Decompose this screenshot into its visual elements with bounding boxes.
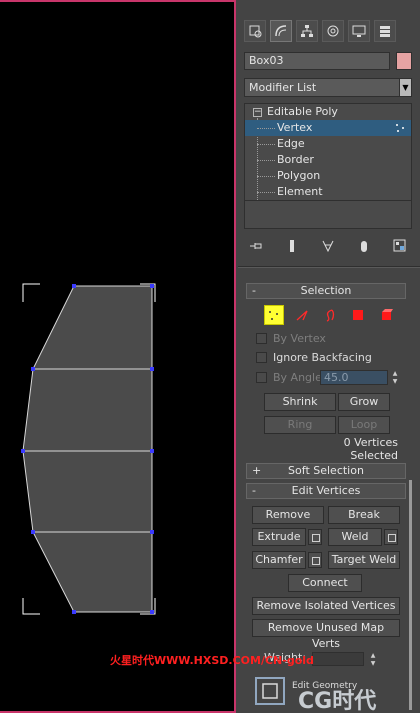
remove-button[interactable]: Remove — [252, 506, 324, 524]
element-mode-icon[interactable] — [376, 305, 396, 325]
vertex-subobject-icon — [396, 124, 404, 132]
polygon-mode-icon[interactable] — [348, 305, 368, 325]
motion-icon[interactable] — [322, 20, 344, 42]
rollout-title: Edit Vertices — [291, 484, 361, 497]
stack-item-element[interactable]: Element — [245, 184, 411, 200]
display-icon[interactable] — [348, 20, 370, 42]
stack-item-vertex[interactable]: Vertex — [245, 120, 411, 136]
tree-branch — [257, 160, 275, 161]
angle-input[interactable]: 45.0 — [320, 370, 388, 385]
stack-item-label: Vertex — [277, 121, 313, 134]
checkbox-label: By Angle: — [273, 370, 326, 384]
utilities-icon[interactable] — [374, 20, 396, 42]
chamfer-button[interactable]: Chamfer — [252, 551, 306, 569]
watermark-logo: Edit Geometry CG时代 — [255, 677, 376, 713]
viewport-canvas[interactable] — [0, 2, 236, 713]
chamfer-settings-icon[interactable] — [308, 552, 322, 568]
tree-branch — [257, 176, 275, 177]
create-icon[interactable] — [244, 20, 266, 42]
watermark-text: 火星时代WWW.HXSD.COM/CN-gold — [110, 654, 314, 667]
loop-button[interactable]: Loop — [338, 416, 390, 434]
remove-modifier-icon[interactable] — [356, 238, 372, 254]
poly-mesh[interactable] — [22, 285, 153, 613]
chevron-down-icon[interactable]: ▼ — [399, 79, 411, 96]
weld-settings-icon[interactable] — [384, 529, 398, 545]
shrink-button[interactable]: Shrink — [264, 393, 336, 411]
checkbox-box[interactable] — [256, 371, 267, 383]
remove-unused-map-verts-button[interactable]: Remove Unused Map Verts — [252, 619, 400, 650]
command-panel: Box03 Modifier List ▼ − Editable Poly Ve… — [238, 0, 420, 713]
stack-item-edge[interactable]: Edge — [245, 136, 411, 152]
modify-icon[interactable] — [270, 20, 292, 42]
extrude-settings-icon[interactable] — [308, 529, 322, 545]
extrude-button[interactable]: Extrude — [252, 528, 306, 546]
collapse-icon[interactable]: − — [253, 108, 262, 117]
stack-item-label: Edge — [277, 137, 305, 150]
make-unique-icon[interactable] — [320, 238, 336, 254]
tree-branch — [257, 128, 275, 129]
checkbox-box[interactable] — [256, 332, 267, 344]
command-panel-tabs — [244, 20, 396, 46]
ignore-backfacing-checkbox[interactable]: Ignore Backfacing — [256, 349, 372, 365]
configure-modifier-sets-icon[interactable] — [392, 238, 408, 254]
hierarchy-icon[interactable] — [296, 20, 318, 42]
stack-item-editable-poly[interactable]: − Editable Poly — [245, 104, 411, 120]
object-name-field[interactable]: Box03 — [244, 52, 390, 70]
border-mode-icon[interactable] — [320, 305, 340, 325]
collapse-sign: - — [252, 284, 256, 297]
stack-empty-area — [245, 200, 411, 228]
edit-vertices-rollout-header[interactable]: - Edit Vertices — [246, 483, 406, 499]
by-vertex-checkbox[interactable]: By Vertex — [256, 330, 326, 346]
viewport[interactable] — [0, 0, 236, 713]
tree-branch — [257, 144, 275, 145]
collapse-sign: - — [252, 484, 256, 497]
svg-text:CG时代: CG时代 — [298, 689, 376, 713]
tree-branch — [257, 192, 275, 193]
panel-divider — [238, 266, 420, 268]
show-end-result-icon[interactable] — [284, 238, 300, 254]
checkbox-label: By Vertex — [273, 331, 326, 345]
pin-stack-icon[interactable] — [248, 238, 264, 254]
stack-root-label: Editable Poly — [267, 105, 338, 118]
expand-sign: + — [252, 464, 262, 477]
weld-button[interactable]: Weld — [328, 528, 382, 546]
remove-isolated-vertices-button[interactable]: Remove Isolated Vertices — [252, 597, 400, 615]
grow-button[interactable]: Grow — [338, 393, 390, 411]
modifier-list-label: Modifier List — [249, 81, 317, 94]
selection-status: 0 Vertices Selected — [343, 436, 398, 462]
soft-selection-rollout-header[interactable]: + Soft Selection — [246, 463, 406, 479]
weight-input[interactable] — [312, 652, 364, 666]
vertex-mode-icon[interactable] — [264, 305, 284, 325]
object-color-swatch[interactable] — [396, 52, 412, 70]
stack-item-label: Element — [277, 185, 323, 198]
stack-toolbar — [248, 236, 408, 256]
rollout-title: Soft Selection — [288, 464, 364, 477]
break-button[interactable]: Break — [328, 506, 400, 524]
checkbox-label: Ignore Backfacing — [273, 350, 372, 364]
subobject-buttons — [264, 305, 396, 325]
ring-button[interactable]: Ring — [264, 416, 336, 434]
stack-item-polygon[interactable]: Polygon — [245, 168, 411, 184]
rollout-title: Selection — [300, 284, 352, 297]
by-angle-checkbox[interactable]: By Angle: — [256, 369, 326, 385]
modifier-list-dropdown[interactable]: Modifier List ▼ — [244, 78, 412, 97]
stack-item-label: Polygon — [277, 169, 321, 182]
connect-button[interactable]: Connect — [288, 574, 362, 592]
selection-rollout-header[interactable]: - Selection — [246, 283, 406, 299]
stack-item-label: Border — [277, 153, 314, 166]
weight-spinner[interactable]: ▲ ▼ — [368, 652, 378, 667]
edge-mode-icon[interactable] — [292, 305, 312, 325]
angle-spinner[interactable]: ▲ ▼ — [390, 370, 400, 385]
stack-item-border[interactable]: Border — [245, 152, 411, 168]
modifier-stack[interactable]: − Editable Poly Vertex Edge Border Polyg… — [244, 103, 412, 229]
target-weld-button[interactable]: Target Weld — [328, 551, 400, 569]
checkbox-box[interactable] — [256, 351, 267, 363]
